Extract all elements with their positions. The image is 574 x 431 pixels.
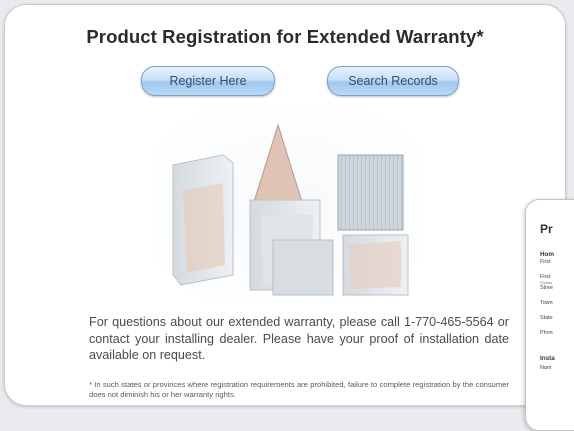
label-name: Nam [540,365,552,371]
warranty-contact-note: For questions about our extended warrant… [89,315,509,362]
label-street: Stree [540,285,553,291]
label-first-name: First [540,259,551,265]
section-homeowner: Hom [540,251,554,258]
section-installer: Insta [540,355,555,362]
page-title: Product Registration for Extended Warran… [86,26,484,47]
registration-footnote: * In such states or provinces where regi… [89,380,509,399]
registration-form-panel: Pr Hom First First (Optior Stree Town St… [525,199,574,431]
coil-product-image [153,105,423,305]
register-here-button[interactable]: Register Here [141,66,275,96]
panel-title: Pr [540,222,553,236]
label-town: Town [540,300,553,306]
registration-card: Product Registration for Extended Warran… [4,4,566,406]
label-state: State [540,315,553,321]
search-records-button[interactable]: Search Records [327,66,459,96]
label-phone: Phon [540,330,553,336]
